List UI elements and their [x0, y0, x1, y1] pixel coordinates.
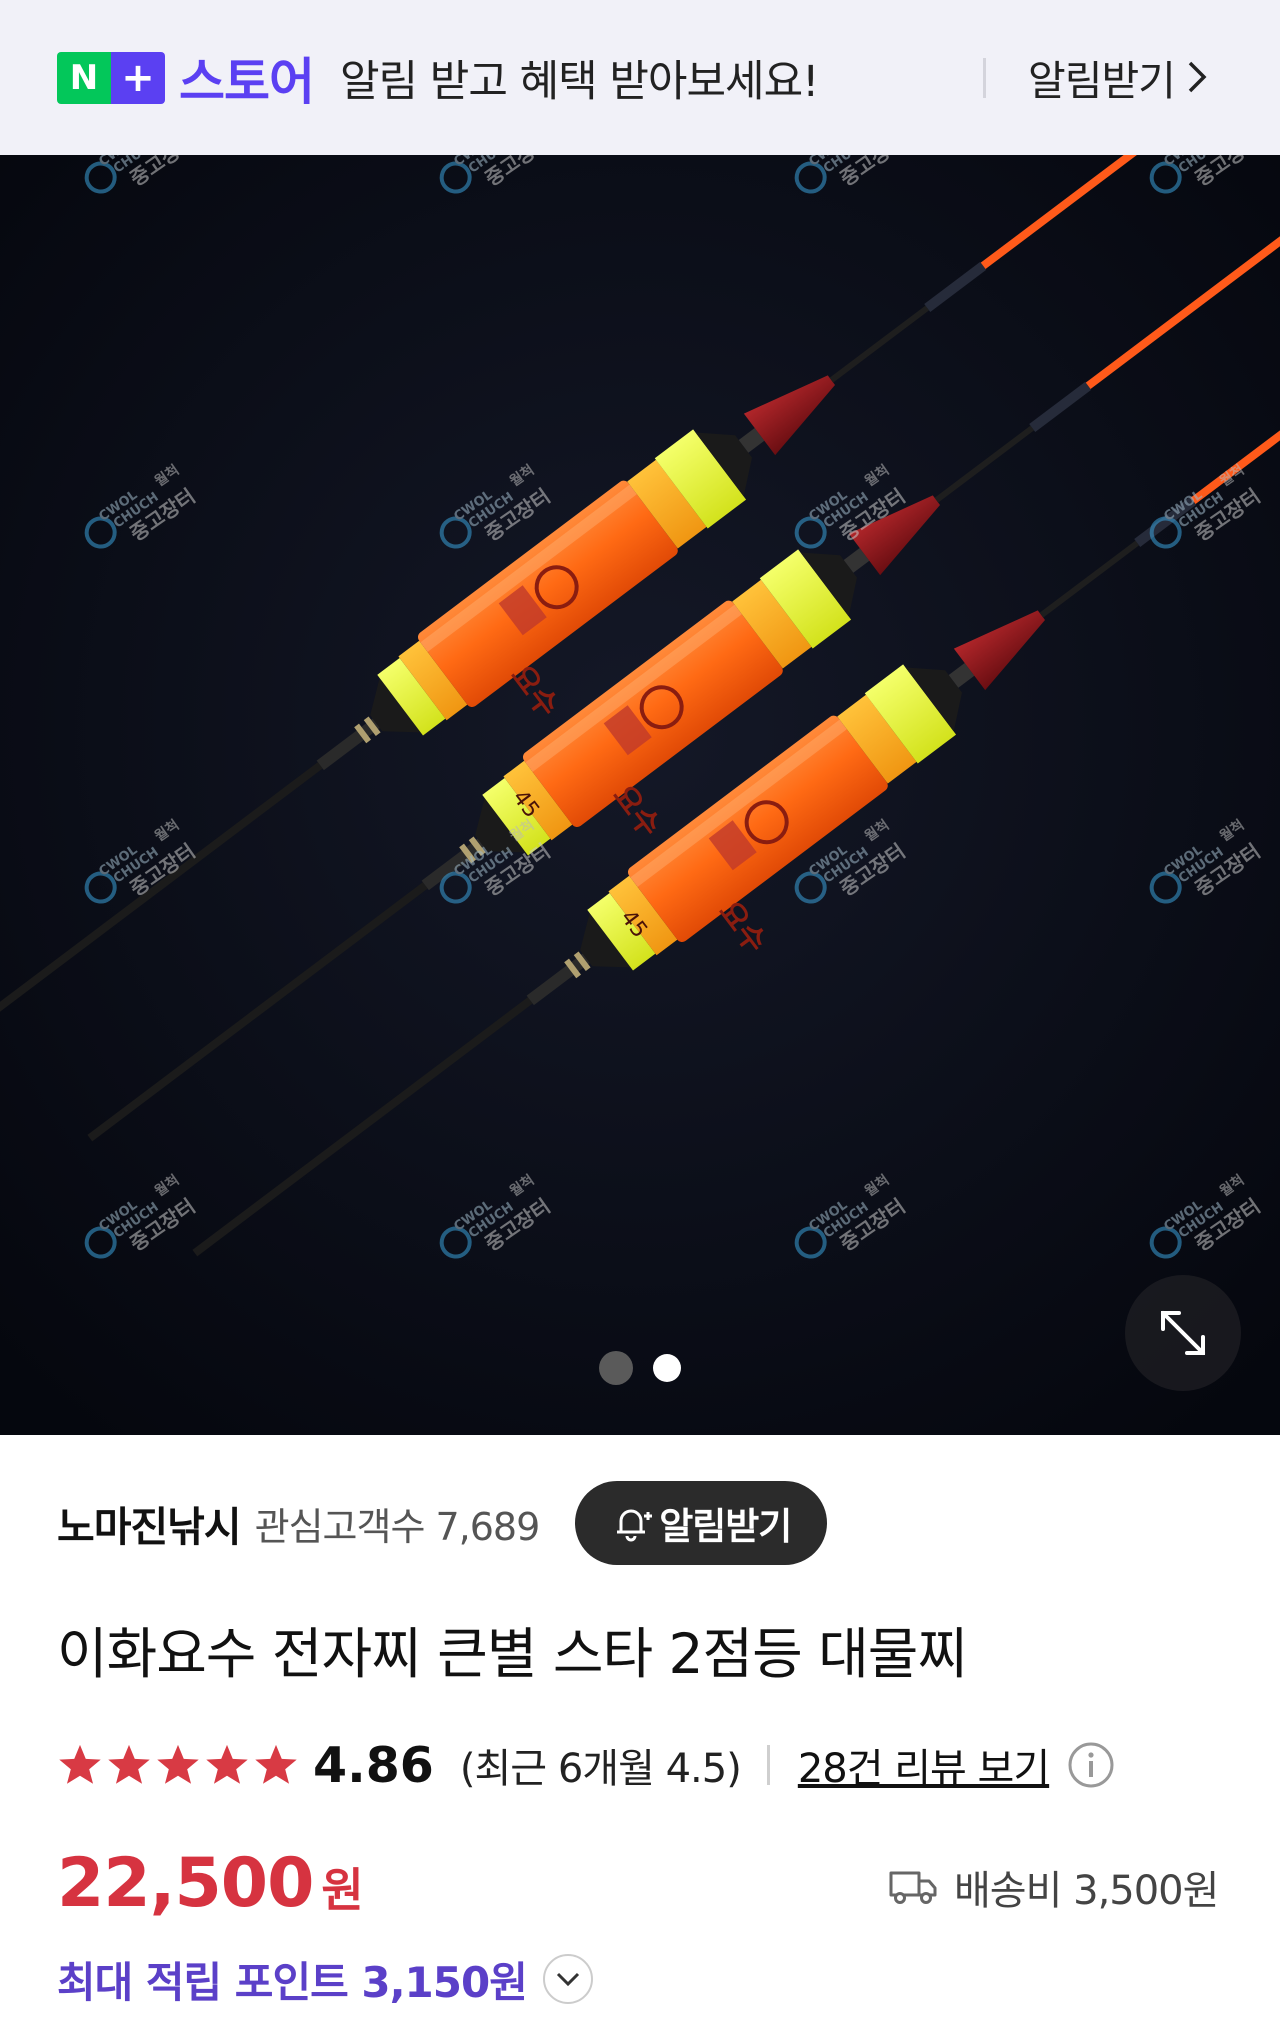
store-brand-label: 스토어 — [179, 52, 315, 111]
star-icon — [206, 1744, 248, 1784]
seller-name[interactable]: 노마진낚시 — [57, 1493, 242, 1553]
rating-stars — [57, 1742, 299, 1788]
star-icon — [157, 1744, 199, 1784]
points-row[interactable]: 최대 적립 포인트 3,150원 — [57, 1948, 593, 2010]
star-icon — [255, 1744, 297, 1784]
banner-alarm-button[interactable]: 알림받기 — [1028, 46, 1207, 108]
pagination-dot[interactable] — [599, 1351, 633, 1385]
banner-alarm-label: 알림받기 — [1028, 57, 1176, 105]
truck-icon — [889, 1871, 937, 1904]
product-title: 이화요수 전자찌 큰별 스타 2점등 대물찌 — [57, 1622, 968, 1686]
shipping-label: 배송비 3,500원 — [954, 1868, 1219, 1914]
rating-recent: (최근 6개월 4.5) — [459, 1746, 742, 1792]
notification-banner: N + 스토어 알림 받고 혜택 받아보세요! 알림받기 — [0, 0, 1280, 155]
points-label: 최대 적립 포인트 3,150원 — [57, 1957, 528, 2007]
banner-divider — [983, 58, 986, 98]
seller-row: 노마진낚시 관심고객수 7,689 알림받기 — [57, 1480, 828, 1566]
shipping-fee: 배송비 3,500원 — [888, 1856, 1219, 1918]
review-link[interactable]: 28건 리뷰 보기 — [798, 1736, 1050, 1794]
seller-followers: 관심고객수 7,689 — [254, 1504, 541, 1549]
price-value: 22,500 — [57, 1844, 314, 1923]
pagination-dot-active[interactable] — [653, 1354, 681, 1382]
plus-icon: + — [111, 51, 165, 104]
rating-row: 4.86 (최근 6개월 4.5) 28건 리뷰 보기 — [57, 1730, 1115, 1800]
gallery-pagination — [0, 1351, 1280, 1385]
info-icon[interactable] — [1067, 1741, 1115, 1789]
naver-plus-logo: N + — [57, 51, 165, 104]
product-image-gallery[interactable]: 요수 요수 요수 45 45 CWOLCHUCH월척중고장터CWOLCHUCH월… — [0, 155, 1280, 1435]
product-photo: 요수 요수 요수 45 45 — [0, 155, 1280, 1435]
price-unit: 원 — [321, 1863, 364, 1917]
rating-value: 4.86 — [313, 1736, 434, 1794]
chevron-right-icon — [1188, 61, 1207, 93]
price-row: 22,500 원 — [57, 1844, 364, 1928]
seller-alarm-label: 알림받기 — [659, 1505, 792, 1548]
star-icon — [59, 1744, 101, 1784]
seller-alarm-button[interactable]: 알림받기 — [575, 1481, 828, 1565]
star-icon — [108, 1744, 150, 1784]
chevron-down-icon[interactable] — [542, 1954, 593, 2004]
banner-message: 알림 받고 혜택 받아보세요! — [340, 56, 819, 107]
bell-plus-icon — [617, 1509, 653, 1542]
rating-divider — [766, 1745, 770, 1785]
naver-n-icon: N — [57, 51, 111, 104]
